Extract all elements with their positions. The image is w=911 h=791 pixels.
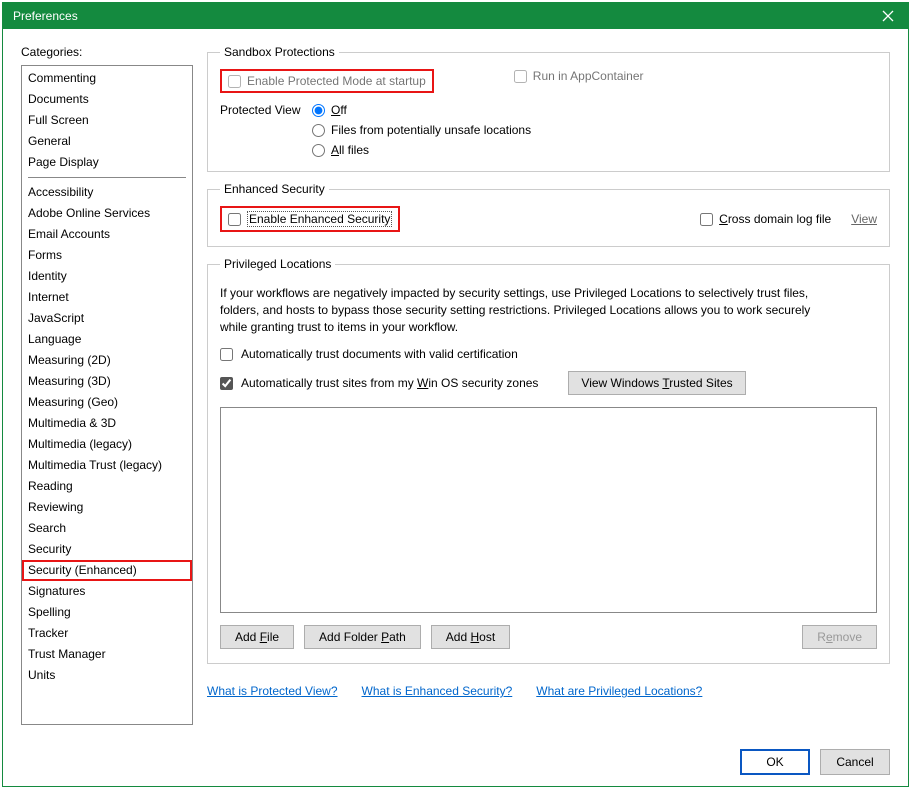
privileged-fieldset: Privileged Locations If your workflows a… [207,257,890,664]
category-item[interactable]: Security (Enhanced) [22,560,192,581]
titlebar: Preferences [3,3,908,29]
cancel-button[interactable]: Cancel [820,749,890,775]
add-host-button[interactable]: Add Host [431,625,510,649]
category-item[interactable]: Reading [22,476,192,497]
highlight-enhanced-security: Enable Enhanced Security [220,206,400,232]
sandbox-legend: Sandbox Protections [220,45,339,59]
pv-off-radio[interactable] [312,104,325,117]
pv-unsafe-radio[interactable] [312,124,325,137]
remove-button: Remove [802,625,877,649]
add-file-button[interactable]: Add File [220,625,294,649]
category-item[interactable]: Multimedia Trust (legacy) [22,455,192,476]
category-item[interactable]: Adobe Online Services [22,203,192,224]
category-item[interactable]: Accessibility [22,182,192,203]
close-icon [882,10,894,22]
enable-protected-mode-checkbox[interactable] [228,75,241,88]
category-item[interactable]: Search [22,518,192,539]
cross-domain-checkbox[interactable] [700,213,713,226]
cross-domain-label: Cross domain log file [719,212,831,226]
privileged-description: If your workflows are negatively impacte… [220,285,830,335]
category-item[interactable]: Identity [22,266,192,287]
enhanced-legend: Enhanced Security [220,182,329,196]
link-protected-view[interactable]: What is Protected View? [207,684,338,698]
enhanced-fieldset: Enhanced Security Enable Enhanced Securi… [207,182,890,247]
auto-trust-cert-label: Automatically trust documents with valid… [241,347,518,361]
pv-unsafe-label: Files from potentially unsafe locations [331,123,531,137]
preferences-dialog: Preferences Categories: CommentingDocume… [2,2,909,787]
category-item[interactable]: Forms [22,245,192,266]
enable-enhanced-security-label: Enable Enhanced Security [247,211,392,227]
category-item[interactable]: Units [22,665,192,686]
categories-listbox[interactable]: CommentingDocumentsFull ScreenGeneralPag… [21,65,193,725]
run-appcontainer-checkbox[interactable] [514,70,527,83]
enable-protected-mode-label: Enable Protected Mode at startup [247,74,426,88]
sandbox-fieldset: Sandbox Protections Enable Protected Mod… [207,45,890,172]
pv-all-radio[interactable] [312,144,325,157]
category-item[interactable]: Tracker [22,623,192,644]
category-item[interactable]: Page Display [22,152,192,173]
privileged-locations-listbox[interactable] [220,407,877,613]
category-item[interactable]: Measuring (3D) [22,371,192,392]
pv-off-label: Off [331,103,347,117]
category-item[interactable]: Documents [22,89,192,110]
category-item[interactable]: General [22,131,192,152]
category-item[interactable]: Trust Manager [22,644,192,665]
category-item[interactable]: Internet [22,287,192,308]
category-item[interactable]: Full Screen [22,110,192,131]
ok-button[interactable]: OK [740,749,810,775]
category-item[interactable]: Multimedia (legacy) [22,434,192,455]
highlight-protected-mode: Enable Protected Mode at startup [220,69,434,93]
category-item[interactable]: Multimedia & 3D [22,413,192,434]
view-trusted-sites-button[interactable]: View Windows Trusted Sites [568,371,745,395]
auto-trust-cert-checkbox[interactable] [220,348,233,361]
auto-trust-sites-checkbox[interactable] [220,377,233,390]
category-item[interactable]: Spelling [22,602,192,623]
enable-enhanced-security-checkbox[interactable] [228,213,241,226]
view-link[interactable]: View [851,212,877,226]
category-item[interactable]: Signatures [22,581,192,602]
pv-all-label: All files [331,143,369,157]
category-item[interactable]: Language [22,329,192,350]
close-button[interactable] [868,3,908,29]
add-folder-button[interactable]: Add Folder Path [304,625,421,649]
window-title: Preferences [13,9,78,23]
category-item[interactable]: Security [22,539,192,560]
category-item[interactable]: Commenting [22,68,192,89]
auto-trust-sites-label: Automatically trust sites from my Win OS… [241,376,538,390]
protected-view-label: Protected View [220,103,312,117]
link-privileged-locations[interactable]: What are Privileged Locations? [536,684,702,698]
category-item[interactable]: Measuring (2D) [22,350,192,371]
category-item[interactable]: Reviewing [22,497,192,518]
link-enhanced-security[interactable]: What is Enhanced Security? [362,684,513,698]
privileged-legend: Privileged Locations [220,257,335,271]
category-item[interactable]: Email Accounts [22,224,192,245]
category-item[interactable]: JavaScript [22,308,192,329]
category-item[interactable]: Measuring (Geo) [22,392,192,413]
categories-label: Categories: [21,45,193,59]
run-appcontainer-label: Run in AppContainer [533,69,644,83]
